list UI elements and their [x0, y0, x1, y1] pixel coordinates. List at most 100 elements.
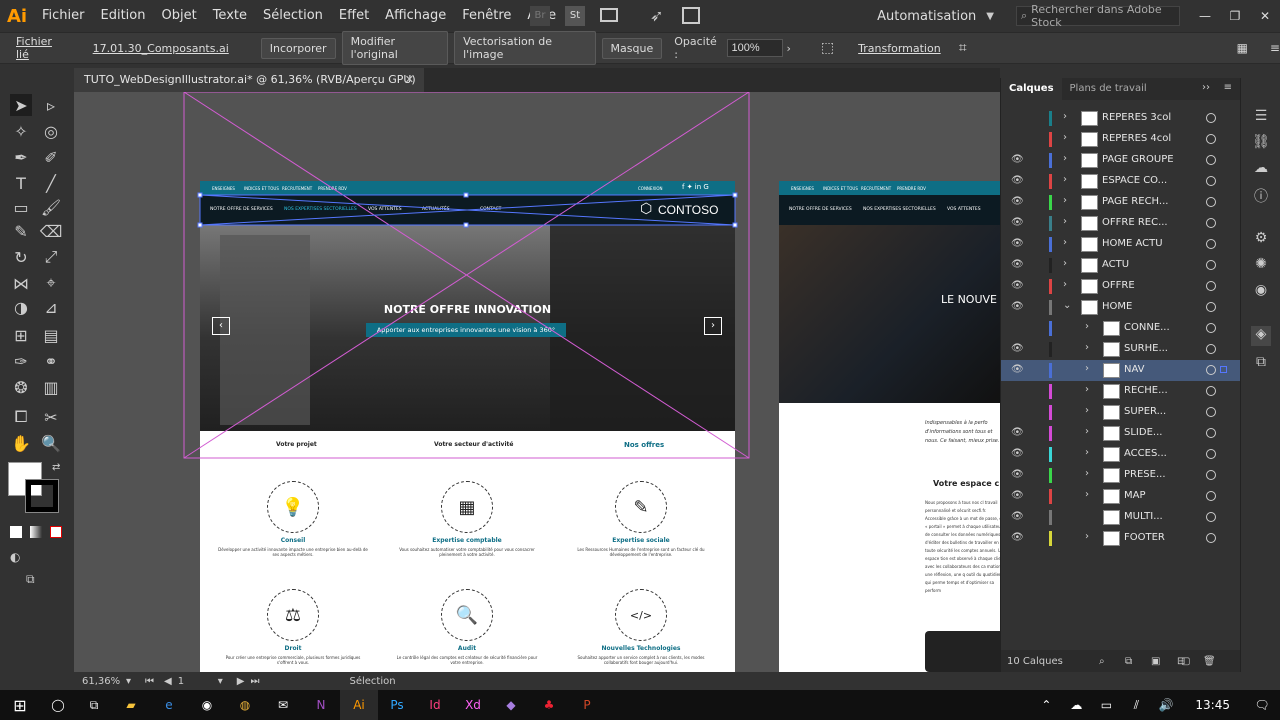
publish-icon[interactable]: [682, 7, 700, 24]
eraser-icon[interactable]: ⌫: [40, 220, 63, 242]
stroke-swatch[interactable]: [26, 480, 58, 512]
layer-row[interactable]: 👁 #3ad64a › PAGE RECH...: [1001, 192, 1241, 213]
target-circle-icon[interactable]: [1206, 512, 1216, 522]
layer-name[interactable]: SURHE...: [1124, 343, 1168, 354]
bridge-icon[interactable]: Br: [530, 6, 550, 26]
edge-icon[interactable]: e: [150, 690, 188, 720]
arrange-documents-icon[interactable]: [600, 8, 618, 22]
mesh-tool-icon[interactable]: ⊞: [10, 324, 32, 346]
layer-row[interactable]: 👁 #3ad64a › PRESE...: [1001, 465, 1241, 486]
appearance-icon[interactable]: ✺: [1251, 256, 1271, 276]
lasso-icon[interactable]: ◎: [40, 120, 62, 142]
notification-icon[interactable]: 🗨: [1244, 690, 1280, 720]
layer-row[interactable]: 👁 #4a6fd6 › HOME ACTU: [1001, 234, 1241, 255]
media-icon[interactable]: ◉: [188, 690, 226, 720]
screen-mode-icon[interactable]: ⧉: [26, 572, 35, 587]
document-tab[interactable]: TUTO_WebDesignIllustrator.ai* @ 61,36% (…: [74, 68, 424, 92]
blend-tool-icon[interactable]: ⚭: [40, 350, 62, 372]
gradient-tool-icon[interactable]: ▤: [40, 324, 62, 346]
rotate-tool-icon[interactable]: ↻: [10, 246, 32, 268]
layer-name[interactable]: NAV: [1124, 364, 1145, 375]
layer-name[interactable]: FOOTER: [1124, 532, 1165, 543]
target-circle-icon[interactable]: [1206, 239, 1216, 249]
layer-row[interactable]: 👁 #d44 › ESPACE CO...: [1001, 171, 1241, 192]
popcorn-app-icon[interactable]: ♣: [530, 690, 568, 720]
layer-row[interactable]: 👁 #777 MULTI...: [1001, 507, 1241, 528]
indesign-taskbar-icon[interactable]: Id: [416, 690, 454, 720]
layer-row[interactable]: #1a7f8a › REPERES 3col: [1001, 108, 1241, 129]
chevron-right-icon[interactable]: ›: [1063, 258, 1067, 269]
artboard-tool-icon[interactable]: ⧠: [10, 406, 32, 428]
layer-row[interactable]: 👁 #4a6fd6 › PAGE GROUPE: [1001, 150, 1241, 171]
shaper-tool-icon[interactable]: ✎: [10, 220, 32, 242]
layer-row[interactable]: 👁 #222 › SURHE...: [1001, 339, 1241, 360]
eyedropper-icon[interactable]: ✑: [10, 350, 32, 372]
pen-tool-icon[interactable]: ✒: [10, 146, 32, 168]
menu-effet[interactable]: Effet: [331, 0, 377, 32]
visual-studio-icon[interactable]: ◆: [492, 690, 530, 720]
menu-affichage[interactable]: Affichage: [377, 0, 454, 32]
layer-name[interactable]: SLIDE...: [1124, 427, 1162, 438]
chevron-right-icon[interactable]: ›: [1063, 174, 1067, 185]
selection-indicator-icon[interactable]: [1220, 366, 1227, 373]
menu-fenetre[interactable]: Fenêtre: [454, 0, 519, 32]
chevron-down-icon[interactable]: ▾: [126, 676, 131, 687]
layer-name[interactable]: MAP: [1124, 490, 1146, 501]
minimize-icon[interactable]: —: [1190, 9, 1220, 23]
stock-icon[interactable]: St: [565, 6, 585, 26]
next-page-icon[interactable]: ▶: [237, 676, 245, 687]
tab-calques[interactable]: Calques: [1001, 78, 1062, 100]
target-circle-icon[interactable]: [1206, 197, 1216, 207]
target-circle-icon[interactable]: [1206, 386, 1216, 396]
info-icon[interactable]: ⓘ: [1251, 186, 1271, 206]
target-circle-icon[interactable]: [1206, 344, 1216, 354]
layer-name[interactable]: PRESE...: [1124, 469, 1166, 480]
chevron-right-icon[interactable]: ›: [1085, 405, 1089, 416]
zoom-tool-icon[interactable]: 🔍: [40, 432, 62, 454]
swap-colors-icon[interactable]: ⇄: [52, 462, 60, 473]
volume-icon[interactable]: 🔊: [1151, 690, 1181, 720]
xd-taskbar-icon[interactable]: Xd: [454, 690, 492, 720]
target-circle-icon[interactable]: [1206, 155, 1216, 165]
last-page-icon[interactable]: ⏭: [250, 676, 259, 687]
eye-icon[interactable]: 👁: [1011, 511, 1025, 522]
chevron-right-icon[interactable]: ›: [1063, 153, 1067, 164]
collapse-panel-icon[interactable]: ››: [1202, 82, 1210, 93]
graphic-styles-icon[interactable]: ◉: [1251, 282, 1271, 302]
menu-edition[interactable]: Edition: [93, 0, 154, 32]
target-circle-icon[interactable]: [1206, 365, 1216, 375]
links-icon[interactable]: ⛓: [1251, 134, 1271, 154]
artboard-home[interactable]: ENSEIGNES INDICES ET TOUS RECRUTEMENT PR…: [200, 181, 735, 672]
isolate-icon[interactable]: ⌗: [959, 40, 967, 56]
layer-name[interactable]: PAGE GROUPE: [1102, 154, 1174, 165]
network-icon[interactable]: ⫽: [1121, 690, 1151, 720]
mail-icon[interactable]: ✉: [264, 690, 302, 720]
layer-name[interactable]: OFFRE: [1102, 280, 1135, 291]
layer-row[interactable]: 👁 #222 › ACTU: [1001, 255, 1241, 276]
slice-tool-icon[interactable]: ✂: [40, 406, 62, 428]
layer-name[interactable]: SUPER...: [1124, 406, 1166, 417]
eye-icon[interactable]: 👁: [1011, 532, 1025, 543]
target-circle-icon[interactable]: [1206, 428, 1216, 438]
gradient-mode-icon[interactable]: [30, 526, 42, 538]
chevron-down-icon[interactable]: ⌄: [1063, 300, 1071, 311]
line-tool-icon[interactable]: ╱: [40, 172, 62, 194]
photoshop-taskbar-icon[interactable]: Ps: [378, 690, 416, 720]
maximize-icon[interactable]: ❐: [1220, 9, 1250, 23]
layer-row[interactable]: #4a6fd6 › CONNE...: [1001, 318, 1241, 339]
status-mode[interactable]: Sélection: [349, 676, 395, 687]
prev-arrow-icon[interactable]: ‹: [212, 317, 230, 335]
eye-icon[interactable]: 👁: [1011, 490, 1025, 501]
eye-icon[interactable]: 👁: [1011, 427, 1025, 438]
chevron-right-icon[interactable]: ›: [1063, 132, 1067, 143]
layer-name[interactable]: MULTI...: [1124, 511, 1163, 522]
target-circle-icon[interactable]: [1206, 134, 1216, 144]
direct-selection-tool-icon[interactable]: ▹: [40, 94, 62, 116]
onedrive-icon[interactable]: ☁: [1061, 690, 1091, 720]
stock-search[interactable]: ⌕ Rechercher dans Adobe Stock: [1016, 3, 1180, 29]
type-tool-icon[interactable]: T: [10, 172, 32, 194]
embed-button[interactable]: Incorporer: [260, 37, 336, 59]
powerpoint-taskbar-icon[interactable]: P: [568, 690, 606, 720]
properties-icon[interactable]: ☰: [1251, 108, 1271, 128]
layer-row[interactable]: 👁 #4a6fd6 › NAV: [1001, 360, 1241, 381]
